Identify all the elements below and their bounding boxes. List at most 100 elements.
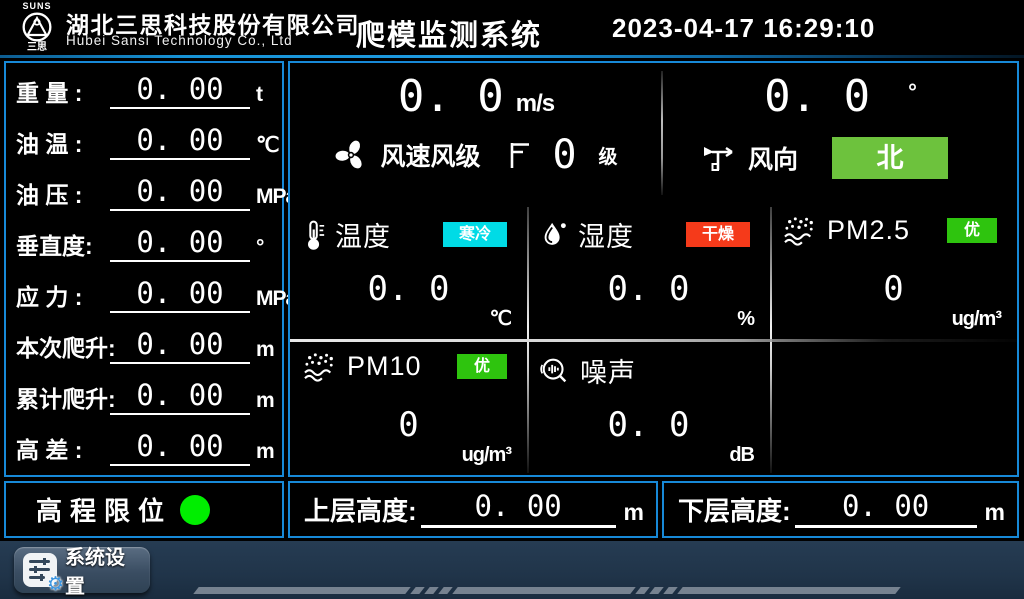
metric-row-verticality: 垂直度: 0. 00 ° (6, 218, 282, 269)
settings-sliders-icon: ⚙ (23, 553, 57, 587)
metric-row-stress: 应 力 : 0. 00 MPa (6, 269, 282, 320)
cell-humidity: 湿度 干燥 0. 0 % (527, 203, 770, 339)
page-title: 爬模监测系统 (356, 12, 542, 54)
gear-icon: ⚙ (47, 573, 64, 595)
metric-unit: m (256, 390, 274, 411)
wind-direction-unit: ° (908, 79, 917, 105)
elevation-limit-status-indicator (180, 495, 210, 525)
particles-icon (782, 216, 818, 246)
wind-speed-value: 0. 0 (398, 73, 504, 121)
upper-height-label: 上层高度: (304, 498, 417, 528)
noise-value: 0. 0 (527, 405, 770, 445)
wind-vane-icon (702, 143, 736, 173)
pm25-unit: ug/m³ (952, 308, 1001, 331)
cell-temperature-label: 温度 (335, 215, 391, 254)
metric-value: 0. 00 (110, 75, 250, 109)
logo-cn-text: 三思 (12, 43, 62, 53)
metric-label: 累计爬升: (16, 388, 116, 411)
thermometer-icon (302, 219, 326, 251)
metric-row-current-climb: 本次爬升: 0. 00 m (6, 320, 282, 371)
pm10-value: 0 (290, 405, 527, 445)
wind-speed-block: 0. 0 m/s 风速风级 (290, 63, 662, 203)
pm25-value: 0 (770, 269, 1017, 309)
metric-value: 0. 00 (110, 330, 250, 364)
lower-height-unit: m (985, 501, 1005, 528)
company-name-en: Hubei Sansi Technology Co., Ltd (66, 33, 293, 48)
wind-level-icon (506, 140, 532, 170)
elevation-limit-panel: 高程限位 (4, 481, 284, 538)
metric-label: 重 量 : (16, 82, 82, 105)
wind-level-unit: 级 (599, 142, 618, 169)
noise-unit: dB (729, 444, 754, 467)
humidity-unit: % (737, 308, 754, 331)
particles-icon (302, 352, 338, 382)
fan-icon (334, 138, 368, 172)
pm25-status-badge: 优 (947, 218, 997, 243)
metric-value: 0. 00 (110, 228, 250, 262)
metric-row-oil-temp: 油 温 : 0. 00 ℃ (6, 116, 282, 167)
upper-height-panel: 上层高度: 0. 00 m (288, 481, 658, 538)
climbing-formwork-monitor-screen: SUNS 三思 湖北三思科技股份有限公司 Hubei Sansi Technol… (0, 0, 1024, 599)
metric-label: 油 温 : (16, 133, 82, 156)
wind-section-divider (661, 71, 663, 195)
wind-direction-value: 0. 0 (764, 73, 870, 121)
cell-humidity-label: 湿度 (578, 215, 634, 254)
metric-value: 0. 00 (110, 432, 250, 466)
temperature-unit: ℃ (490, 306, 511, 331)
metric-row-weight: 重 量 : 0. 00 t (6, 65, 282, 116)
cell-pm25-label: PM2.5 (827, 215, 910, 246)
metric-value: 0. 00 (110, 279, 250, 313)
metric-label: 高 差 : (16, 439, 82, 462)
metrics-panel: 重 量 : 0. 00 t 油 温 : 0. 00 ℃ 油 压 : 0. 00 … (4, 61, 284, 477)
metric-label: 应 力 : (16, 286, 82, 309)
humidity-status-badge: 干燥 (686, 222, 750, 247)
temperature-status-badge: 寒冷 (443, 222, 507, 247)
wind-direction-block: 0. 0 ° 风向 北 (664, 63, 1017, 203)
elevation-limit-label: 高程限位 (36, 491, 172, 528)
temperature-value: 0. 0 (290, 269, 527, 309)
cell-temperature: 温度 寒冷 0. 0 ℃ (290, 203, 527, 339)
company-logo: SUNS 三思 (12, 1, 62, 53)
metric-label: 本次爬升: (16, 337, 116, 360)
upper-height-value: 0. 00 (421, 492, 616, 528)
header-accent-line (0, 55, 1024, 58)
wind-speed-unit: m/s (516, 90, 554, 118)
cell-pm10: PM10 优 0 ug/m³ (290, 339, 527, 475)
humidity-value: 0. 0 (527, 269, 770, 309)
lower-height-value: 0. 00 (795, 492, 977, 528)
metric-unit: t (256, 84, 262, 105)
noise-meter-icon (539, 355, 571, 387)
sansi-logo-icon (20, 11, 54, 43)
pm10-unit: ug/m³ (462, 444, 511, 467)
metric-unit: m (256, 339, 274, 360)
pm10-status-badge: 优 (457, 354, 507, 379)
metric-row-oil-pressure: 油 压 : 0. 00 MPa (6, 167, 282, 218)
logo-suns-text: SUNS (12, 1, 62, 11)
metric-unit: m (256, 441, 274, 462)
metric-label: 油 压 : (16, 184, 82, 207)
metric-unit: ℃ (256, 135, 279, 156)
cell-pm10-label: PM10 (347, 351, 422, 382)
datetime-display: 2023-04-17 16:29:10 (612, 13, 875, 44)
wind-direction-label: 风向 (748, 140, 798, 176)
wind-speed-label: 风速风级 (380, 137, 480, 173)
environment-panel: 0. 0 m/s 风速风级 (288, 61, 1019, 477)
wind-level-value: 0 (552, 135, 576, 175)
metric-row-total-climb: 累计爬升: 0. 00 m (6, 371, 282, 422)
bottom-bar: ⚙ 系统设置 (0, 541, 1024, 599)
header: SUNS 三思 湖北三思科技股份有限公司 Hubei Sansi Technol… (0, 0, 1024, 55)
cell-pm25: PM2.5 优 0 ug/m³ (770, 203, 1017, 339)
grid-divider-horizontal (290, 339, 1017, 342)
upper-height-unit: m (624, 501, 644, 528)
water-drop-icon (539, 219, 569, 251)
wind-direction-badge: 北 (832, 137, 948, 179)
settings-button-label: 系统设置 (65, 541, 141, 599)
cell-empty (770, 339, 1017, 475)
lower-height-panel: 下层高度: 0. 00 m (662, 481, 1019, 538)
cell-noise-label: 噪声 (580, 351, 636, 390)
system-settings-button[interactable]: ⚙ 系统设置 (14, 547, 150, 593)
metric-value: 0. 00 (110, 381, 250, 415)
metric-row-height-diff: 高 差 : 0. 00 m (6, 422, 282, 473)
metric-label: 垂直度: (16, 235, 93, 258)
wind-section: 0. 0 m/s 风速风级 (290, 63, 1017, 203)
